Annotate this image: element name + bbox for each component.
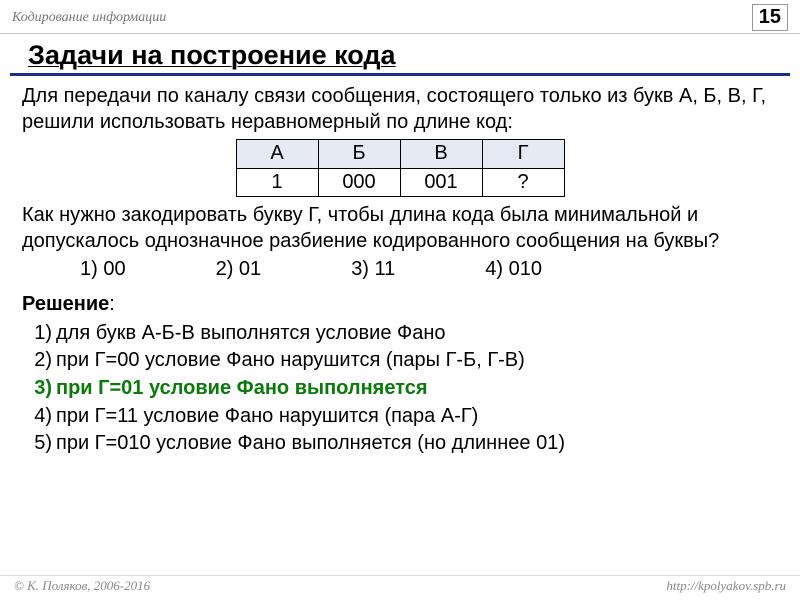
table-row: 1 000 001 ? (236, 168, 564, 197)
table-header-cell: А (236, 140, 318, 169)
table-header-cell: Б (318, 140, 400, 169)
solution-list: для букв А-Б-В выполнятся условие Фано п… (22, 320, 778, 458)
table-cell: 001 (400, 168, 482, 197)
table-header-cell: Г (482, 140, 564, 169)
table-cell: 000 (318, 168, 400, 197)
footer-copyright: © К. Поляков, 2006-2016 (14, 578, 150, 594)
page-title: Задачи на построение кода (10, 34, 790, 76)
page-number: 15 (752, 4, 788, 31)
solution-block: Решение: для букв А-Б-В выполнятся услов… (22, 292, 778, 458)
problem-intro: Для передачи по каналу связи сообщения, … (22, 84, 778, 135)
table-cell: 1 (236, 168, 318, 197)
footer-url: http://kpolyakov.spb.ru (666, 578, 786, 594)
header-bar: Кодирование информации 15 (0, 0, 800, 34)
solution-item-correct: при Г=01 условие Фано выполняется (26, 375, 778, 403)
answer-options: 1) 00 2) 01 3) 11 4) 010 (22, 255, 778, 293)
table-cell: ? (482, 168, 564, 197)
content: Для передачи по каналу связи сообщения, … (0, 84, 800, 458)
header-topic: Кодирование информации (12, 10, 166, 26)
problem-question: Как нужно закодировать букву Г, чтобы дл… (22, 203, 778, 254)
solution-item: при Г=00 условие Фано нарушится (пары Г-… (26, 347, 778, 375)
solution-item: при Г=010 условие Фано выполняется (но д… (26, 430, 778, 458)
table-header-cell: В (400, 140, 482, 169)
footer: © К. Поляков, 2006-2016 http://kpolyakov… (0, 575, 800, 594)
solution-item: для букв А-Б-В выполнятся условие Фано (26, 320, 778, 348)
option: 4) 010 (485, 257, 542, 283)
solution-item: при Г=11 условие Фано нарушится (пара А-… (26, 403, 778, 431)
solution-label: Решение (22, 293, 109, 315)
table-header-row: А Б В Г (236, 140, 564, 169)
option: 1) 00 (80, 257, 126, 283)
option: 2) 01 (216, 257, 262, 283)
option: 3) 11 (351, 257, 395, 283)
code-table: А Б В Г 1 000 001 ? (236, 139, 565, 197)
